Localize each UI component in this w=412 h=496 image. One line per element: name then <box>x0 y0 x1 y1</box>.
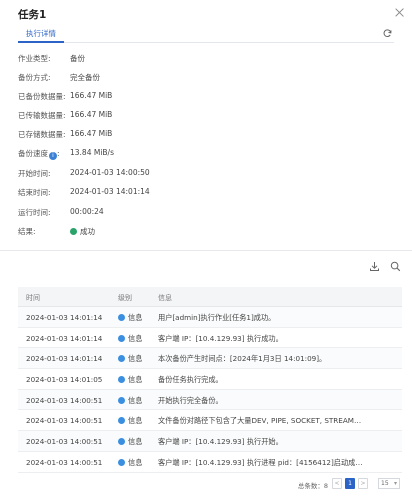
cell-level: 信息 <box>118 437 158 447</box>
field-value-speed: 13.84 MiB/s <box>70 148 114 157</box>
level-text: 信息 <box>128 375 143 385</box>
table-row: 2024-01-03 14:01:14 信息 用户[admin]执行作业[任务1… <box>18 307 402 328</box>
task-detail-dialog: 任务1 执行详情 作业类型: 备份 备份方式: 完全备份 已备份数据量: 166… <box>0 0 412 496</box>
dialog-title: 任务1 <box>18 9 47 21</box>
field-value-start-time: 2024-01-03 14:00:50 <box>70 168 150 177</box>
info-level-icon <box>118 458 125 466</box>
table-row: 2024-01-03 14:00:51 信息 客户端 IP：[10.4.129.… <box>18 452 402 473</box>
field-value-backed-up: 166.47 MiB <box>70 91 113 100</box>
log-table: 时间 级别 信息 2024-01-03 14:01:14 信息 用户[admin… <box>18 287 402 473</box>
next-page-button[interactable]: > <box>358 478 368 489</box>
info-level-icon <box>118 334 125 342</box>
level-text: 信息 <box>128 416 143 426</box>
level-text: 信息 <box>128 457 143 467</box>
info-level-icon <box>118 314 125 321</box>
cell-level: 信息 <box>118 354 158 364</box>
tab-execution-details[interactable]: 执行详情 <box>18 28 64 43</box>
cell-message: 备份任务执行完成。 <box>158 375 223 385</box>
cell-message: 文件备份对路径下包含了大量DEV, PIPE, SOCKET, STREAM… <box>158 416 362 426</box>
pagination: 总条数：8 < 1 > 15 <box>280 478 400 490</box>
cell-time: 2024-01-03 14:00:51 <box>26 457 103 467</box>
field-label-speed: 备份速度 <box>18 149 48 158</box>
table-header: 时间 级别 信息 <box>18 287 402 307</box>
table-row: 2024-01-03 14:00:51 信息 开始执行完全备份。 <box>18 389 402 411</box>
section-divider <box>0 250 412 251</box>
cell-level: 信息 <box>118 396 158 406</box>
cell-message: 本次备份产生时间点：[2024年1月3日 14:01:09]。 <box>158 354 327 364</box>
table-body: 2024-01-03 14:01:14 信息 用户[admin]执行作业[任务1… <box>18 307 402 473</box>
cell-level: 信息 <box>118 334 158 344</box>
field-value-run-time: 00:00:24 <box>70 207 104 216</box>
table-row: 2024-01-03 14:01:14 信息 客户端 IP：[10.4.129.… <box>18 328 402 349</box>
cell-time: 2024-01-03 14:00:51 <box>26 416 103 426</box>
cell-level: 信息 <box>118 416 158 426</box>
table-row: 2024-01-03 14:01:05 信息 备份任务执行完成。 <box>18 369 402 390</box>
field-label-start-time: 开始时间: <box>18 169 51 178</box>
field-label-stored: 已存储数据量: <box>18 130 66 139</box>
table-row: 2024-01-03 14:01:14 信息 本次备份产生时间点：[2024年1… <box>18 348 402 370</box>
header-time: 时间 <box>26 294 40 302</box>
table-row: 2024-01-03 14:00:51 信息 客户端 IP：[10.4.129.… <box>18 431 402 452</box>
cell-time: 2024-01-03 14:00:51 <box>26 437 103 447</box>
cell-time: 2024-01-03 14:01:05 <box>26 375 103 385</box>
table-row: 2024-01-03 14:00:51 信息 文件备份对路径下包含了大量DEV,… <box>18 410 402 432</box>
field-speed: 备份速度 i: <box>18 149 60 160</box>
field-value-backup-mode: 完全备份 <box>70 73 100 82</box>
close-icon[interactable] <box>394 7 405 18</box>
cell-message: 客户端 IP：[10.4.129.93] 执行进程 pid：[4156412]启… <box>158 457 363 467</box>
field-label-backed-up: 已备份数据量: <box>18 92 66 101</box>
info-level-icon <box>118 376 125 384</box>
header-message: 信息 <box>158 294 172 302</box>
cell-message: 客户端 IP：[10.4.129.93] 执行开始。 <box>158 437 283 447</box>
level-text: 信息 <box>128 313 143 322</box>
info-level-icon <box>118 438 125 446</box>
search-icon[interactable] <box>390 261 401 272</box>
success-status-icon <box>70 228 77 235</box>
info-level-icon <box>118 355 125 363</box>
field-label-end-time: 结束时间: <box>18 188 51 197</box>
info-level-icon <box>118 396 125 404</box>
field-label-transferred: 已传输数据量: <box>18 111 66 120</box>
cell-time: 2024-01-03 14:00:51 <box>26 395 103 405</box>
cell-message: 客户端 IP：[10.4.129.93] 执行成功。 <box>158 333 283 343</box>
field-value-end-time: 2024-01-03 14:01:14 <box>70 187 150 196</box>
refresh-icon[interactable] <box>383 29 392 38</box>
cell-message: 用户[admin]执行作业[任务1]成功。 <box>158 313 276 322</box>
header-level: 级别 <box>118 294 132 302</box>
level-text: 信息 <box>128 333 143 343</box>
result-text: 成功 <box>80 227 95 236</box>
level-text: 信息 <box>128 437 143 447</box>
total-count: 总条数：8 <box>297 482 328 490</box>
prev-page-button[interactable]: < <box>332 478 342 489</box>
field-label-result: 结果: <box>18 227 36 236</box>
field-value-stored: 166.47 MiB <box>70 129 113 138</box>
field-label-job-type: 作业类型: <box>18 54 51 63</box>
level-text: 信息 <box>128 354 143 364</box>
field-value-transferred: 166.47 MiB <box>70 110 113 119</box>
cell-time: 2024-01-03 14:01:14 <box>26 313 103 322</box>
info-icon[interactable]: i <box>49 152 57 160</box>
cell-level: 信息 <box>118 375 158 385</box>
field-label-backup-mode: 备份方式: <box>18 73 51 82</box>
cell-level: 信息 <box>118 313 158 323</box>
cell-time: 2024-01-03 14:01:14 <box>26 333 103 343</box>
cell-time: 2024-01-03 14:01:14 <box>26 354 103 364</box>
page-size-select[interactable]: 15 <box>378 478 400 489</box>
tab-bar: 执行详情 <box>18 25 394 43</box>
field-value-result: 成功 <box>70 226 95 237</box>
field-label-run-time: 运行时间: <box>18 208 51 217</box>
page-1-button[interactable]: 1 <box>345 478 355 489</box>
level-text: 信息 <box>128 395 143 405</box>
info-level-icon <box>118 417 125 425</box>
cell-message: 开始执行完全备份。 <box>158 395 223 405</box>
cell-level: 信息 <box>118 458 158 468</box>
download-icon[interactable] <box>369 261 380 272</box>
field-value-job-type: 备份 <box>70 54 85 63</box>
